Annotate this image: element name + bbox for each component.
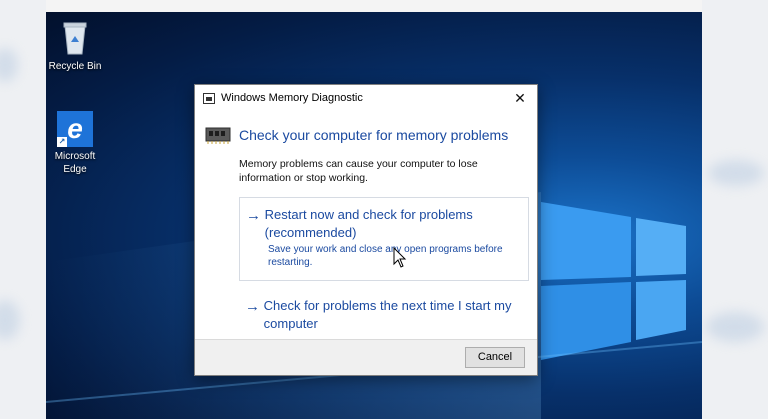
recycle-bin-icon [63, 22, 87, 55]
heading-row: Check your computer for memory problems [205, 125, 527, 145]
cancel-button[interactable]: Cancel [465, 347, 525, 368]
dialog-body: Check your computer for memory problems … [195, 111, 537, 341]
edge-label: Microsoft Edge [54, 151, 96, 175]
option-line: → Restart now and check for problems (re… [246, 206, 522, 242]
check-next-start-option[interactable]: → Check for problems the next time I sta… [239, 289, 529, 341]
recycle-bin-shortcut[interactable]: Recycle Bin [46, 20, 106, 73]
option-line: → Check for problems the next time I sta… [245, 297, 523, 333]
arrow-right-icon: → [245, 298, 260, 315]
check-next-start-title: Check for problems the next time I start… [263, 298, 512, 331]
blur-shape [0, 300, 20, 340]
dialog-title: Windows Memory Diagnostic [221, 92, 363, 104]
blur-shape [708, 160, 764, 186]
edge-shortcut[interactable]: e ↗ Microsoft Edge [46, 111, 106, 176]
shortcut-arrow-icon: ↗ [57, 137, 67, 147]
blur-shape [706, 312, 764, 342]
memory-chip-icon [205, 127, 231, 144]
recycle-bin-label: Recycle Bin [48, 61, 102, 72]
dialog-description: Memory problems can cause your computer … [239, 158, 478, 184]
right-blur-margin [702, 0, 768, 419]
edge-glyph: e [67, 113, 83, 144]
app-icon [203, 92, 215, 104]
dialog-heading: Check your computer for memory problems [239, 127, 509, 143]
restart-now-option[interactable]: → Restart now and check for problems (re… [239, 197, 529, 281]
edge-icon: e ↗ [57, 111, 93, 147]
mouse-pointer-icon [393, 247, 407, 268]
dialog-footer: Cancel [195, 339, 537, 375]
memory-diagnostic-dialog: Windows Memory Diagnostic ✕ Check your c… [194, 84, 538, 376]
left-blur-margin [0, 0, 46, 419]
close-button[interactable]: ✕ [503, 85, 537, 111]
blur-shape [0, 48, 18, 82]
arrow-right-icon: → [246, 207, 261, 224]
restart-now-title: Restart now and check for problems (reco… [264, 207, 473, 240]
title-bar[interactable]: Windows Memory Diagnostic ✕ [195, 85, 537, 111]
